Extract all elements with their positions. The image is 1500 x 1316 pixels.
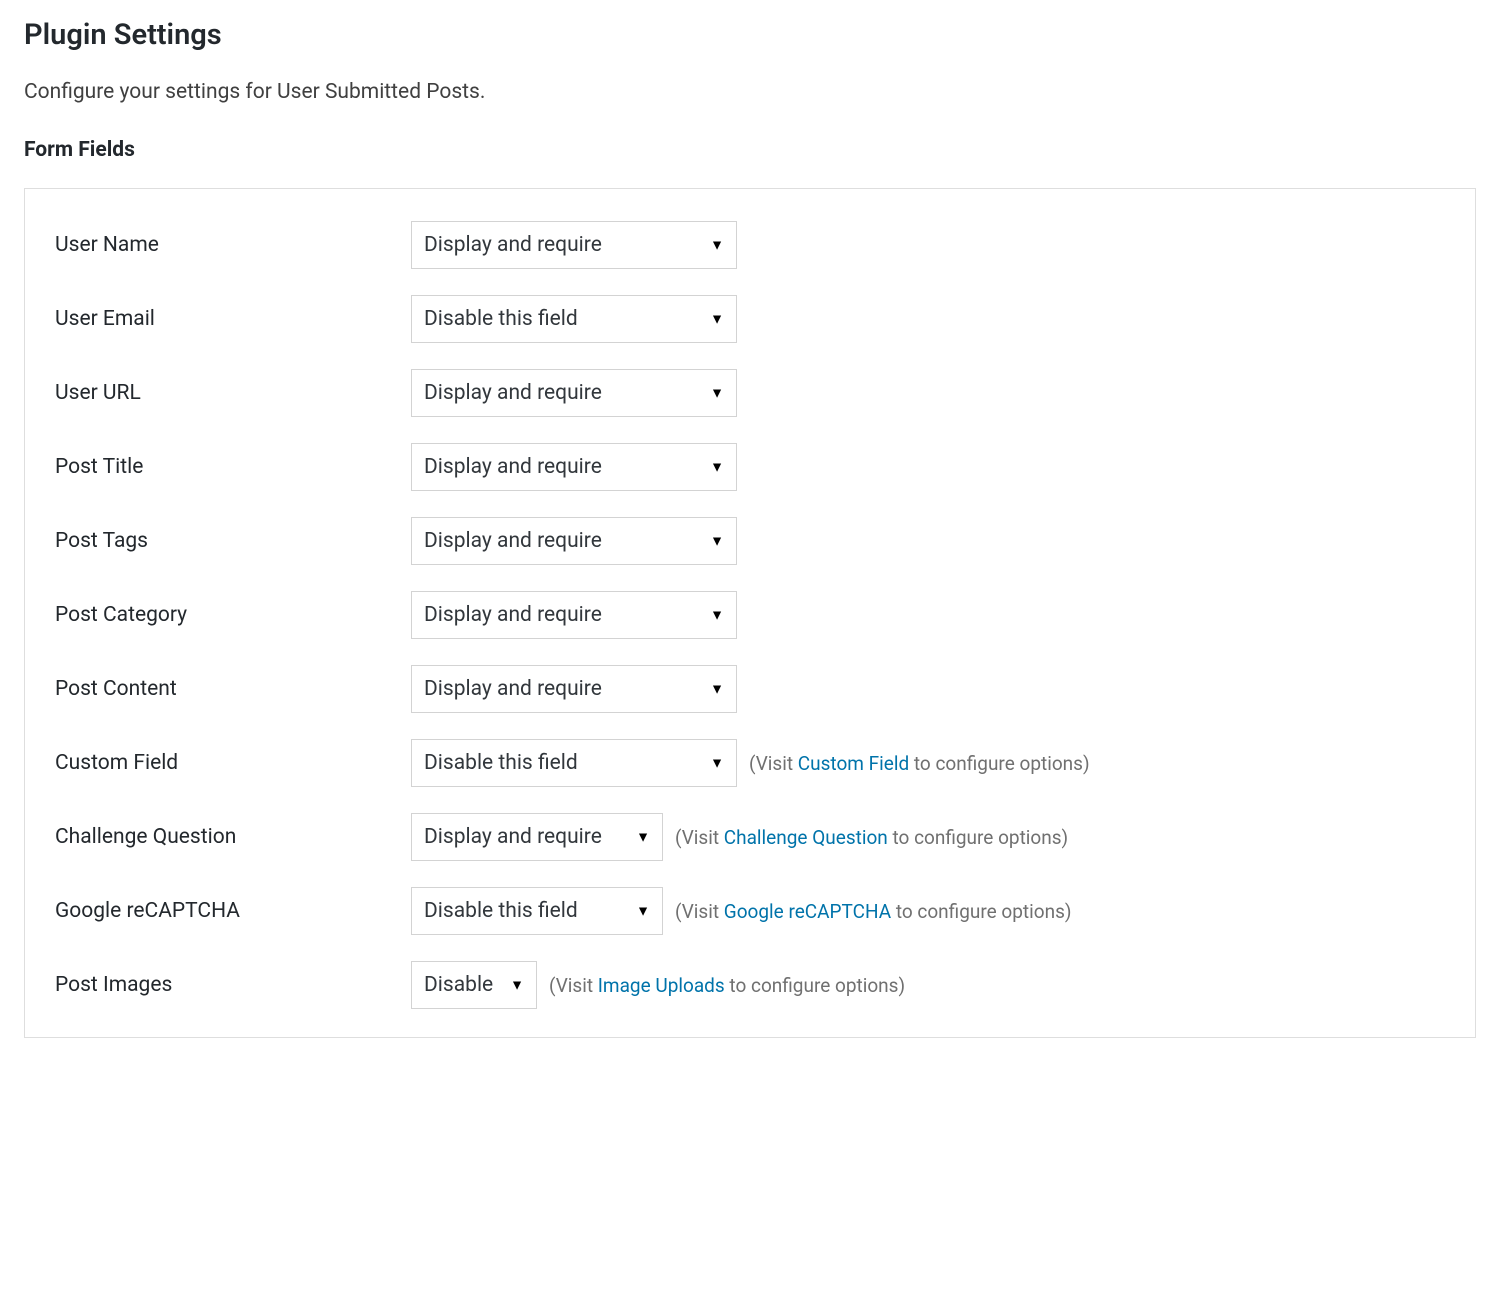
field-select[interactable]: Display and require ▼ <box>411 443 737 491</box>
chevron-down-icon: ▼ <box>636 903 650 920</box>
chevron-down-icon: ▼ <box>636 829 650 846</box>
field-select-value: Display and require <box>424 233 602 257</box>
field-label: Post Tags <box>55 529 411 553</box>
field-note-link[interactable]: Image Uploads <box>598 974 725 997</box>
field-label: User Name <box>55 233 411 257</box>
field-note-post: to configure options) <box>891 900 1071 923</box>
field-row: Post Tags Display and require ▼ <box>55 517 1445 565</box>
field-select-value: Display and require <box>424 455 602 479</box>
field-note: (Visit Image Uploads to configure option… <box>549 974 905 997</box>
chevron-down-icon: ▼ <box>710 607 724 624</box>
chevron-down-icon: ▼ <box>710 385 724 402</box>
field-select[interactable]: Disable this field ▼ <box>411 887 663 935</box>
field-row: User Email Disable this field ▼ <box>55 295 1445 343</box>
field-select-value: Display and require <box>424 603 602 627</box>
field-label: Google reCAPTCHA <box>55 899 411 923</box>
field-note-link[interactable]: Google reCAPTCHA <box>724 900 891 923</box>
field-label: User Email <box>55 307 411 331</box>
field-select[interactable]: Disable ▼ <box>411 961 537 1009</box>
field-row: Post Title Display and require ▼ <box>55 443 1445 491</box>
field-row: Post Content Display and require ▼ <box>55 665 1445 713</box>
field-note-link[interactable]: Custom Field <box>798 752 909 775</box>
field-select-value: Disable this field <box>424 899 578 923</box>
field-select-value: Disable <box>424 973 493 997</box>
field-row: Post Category Display and require ▼ <box>55 591 1445 639</box>
chevron-down-icon: ▼ <box>710 311 724 328</box>
page-description: Configure your settings for User Submitt… <box>24 80 1476 104</box>
field-row: Challenge Question Display and require ▼ (V… <box>55 813 1445 861</box>
field-row: Post Images Disable ▼ (Visit Image Uploads … <box>55 961 1445 1009</box>
field-row: User Name Display and require ▼ <box>55 221 1445 269</box>
field-select[interactable]: Display and require ▼ <box>411 665 737 713</box>
field-note-post: to configure options) <box>909 752 1089 775</box>
field-label: Challenge Question <box>55 825 411 849</box>
field-note-pre: (Visit <box>675 900 724 923</box>
field-select-value: Display and require <box>424 529 602 553</box>
field-select-value: Display and require <box>424 381 602 405</box>
field-select[interactable]: Display and require ▼ <box>411 369 737 417</box>
field-note-link[interactable]: Challenge Question <box>724 826 888 849</box>
field-note-post: to configure options) <box>888 826 1068 849</box>
field-note-post: to configure options) <box>725 974 905 997</box>
field-label: Post Images <box>55 973 411 997</box>
field-note-pre: (Visit <box>749 752 798 775</box>
field-note: (Visit Google reCAPTCHA to configure opt… <box>675 900 1072 923</box>
field-select-value: Disable this field <box>424 751 578 775</box>
field-label: User URL <box>55 381 411 405</box>
field-select[interactable]: Disable this field ▼ <box>411 739 737 787</box>
chevron-down-icon: ▼ <box>710 755 724 772</box>
field-select[interactable]: Disable this field ▼ <box>411 295 737 343</box>
field-label: Post Category <box>55 603 411 627</box>
chevron-down-icon: ▼ <box>710 459 724 476</box>
page-title: Plugin Settings <box>24 18 1476 52</box>
chevron-down-icon: ▼ <box>710 681 724 698</box>
section-title-form-fields: Form Fields <box>24 138 1476 162</box>
form-fields-container: User NameDisplay and require▼User EmailD… <box>24 188 1476 1038</box>
field-select-value: Display and require <box>424 677 602 701</box>
field-label: Post Title <box>55 455 411 479</box>
field-label: Custom Field <box>55 751 411 775</box>
field-row: Custom Field Disable this field ▼ (Visit Cu… <box>55 739 1445 787</box>
chevron-down-icon: ▼ <box>510 977 524 994</box>
chevron-down-icon: ▼ <box>710 237 724 254</box>
field-select[interactable]: Display and require ▼ <box>411 591 737 639</box>
field-note-pre: (Visit <box>675 826 724 849</box>
field-row: User URL Display and require ▼ <box>55 369 1445 417</box>
field-row: Google reCAPTCHA Disable this field ▼ (Visi… <box>55 887 1445 935</box>
field-label: Post Content <box>55 677 411 701</box>
field-select-value: Display and require <box>424 825 602 849</box>
field-note: (Visit Challenge Question to configure o… <box>675 826 1068 849</box>
field-select[interactable]: Display and require ▼ <box>411 221 737 269</box>
field-select-value: Disable this field <box>424 307 578 331</box>
field-note-pre: (Visit <box>549 974 598 997</box>
field-select[interactable]: Display and require ▼ <box>411 517 737 565</box>
field-select[interactable]: Display and require ▼ <box>411 813 663 861</box>
field-note: (Visit Custom Field to configure options… <box>749 752 1090 775</box>
chevron-down-icon: ▼ <box>710 533 724 550</box>
